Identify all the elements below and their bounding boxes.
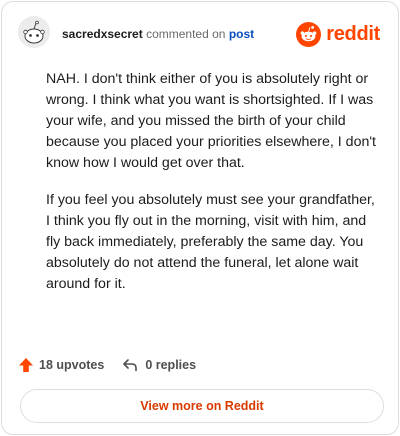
user-avatar[interactable]: [18, 16, 50, 48]
reddit-logo-icon: [296, 21, 322, 47]
snoo-avatar-icon: [18, 16, 50, 48]
comment-body: NAH. I don't think either of you is abso…: [46, 69, 382, 311]
reply-count: 0 replies: [145, 358, 197, 372]
comment-paragraph: If you feel you absolutely must see your…: [46, 192, 375, 292]
comment-paragraph: NAH. I don't think either of you is abso…: [46, 71, 376, 171]
post-link[interactable]: post: [229, 27, 254, 41]
comment-stats: 18 upvotes 0 replies: [18, 354, 196, 376]
reddit-wordmark: reddit: [326, 22, 380, 45]
comment-header: sacredxsecret commented on post reddit: [18, 16, 382, 52]
embedded-comment-card: sacredxsecret commented on post reddit N…: [1, 1, 399, 435]
comment-meta: sacredxsecret commented on post: [62, 27, 254, 41]
comment-action-text: commented on: [146, 27, 226, 41]
comment-username[interactable]: sacredxsecret: [62, 27, 143, 41]
reply-stat[interactable]: 0 replies: [122, 357, 196, 373]
reply-arrow-icon: [123, 359, 138, 372]
view-more-button[interactable]: View more on Reddit: [20, 389, 384, 423]
reddit-brand[interactable]: reddit: [296, 20, 380, 48]
upvote-stat[interactable]: 18 upvotes: [18, 357, 104, 373]
upvote-count: 18 upvotes: [39, 358, 105, 372]
upvote-arrow-icon: [19, 358, 33, 372]
